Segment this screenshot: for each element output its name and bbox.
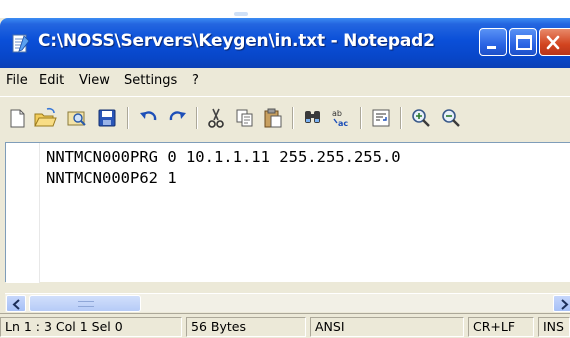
desktop-fragment xyxy=(234,12,248,16)
word-wrap-icon[interactable] xyxy=(368,105,394,131)
zoom-in-icon[interactable] xyxy=(408,105,434,131)
scrollbar-thumb[interactable] xyxy=(29,295,141,312)
menu-bar: File Edit View Settings ? xyxy=(0,68,570,94)
scrollbar-grip xyxy=(78,301,94,307)
desktop-strip xyxy=(0,0,570,18)
browse-icon[interactable] xyxy=(64,105,90,131)
svg-text:ac: ac xyxy=(338,119,348,128)
horizontal-scrollbar[interactable] xyxy=(5,293,570,312)
find-icon[interactable] xyxy=(300,105,326,131)
status-encoding: ANSI xyxy=(310,317,464,337)
menu-edit[interactable]: Edit xyxy=(39,73,64,88)
editor-content[interactable]: NNTMCN000PRG 0 10.1.1.11 255.255.255.0 N… xyxy=(46,147,401,189)
status-line-endings: CR+LF xyxy=(468,317,534,337)
status-file-size: 56 Bytes xyxy=(186,317,306,337)
title-bar[interactable]: C:\NOSS\Servers\Keygen\in.txt - Notepad2 xyxy=(0,18,570,68)
svg-text:ab: ab xyxy=(332,109,342,118)
notepad2-app-icon[interactable] xyxy=(10,34,30,54)
toolbar-separator xyxy=(400,107,402,129)
status-position: Ln 1 : 3 Col 1 Sel 0 xyxy=(0,317,182,337)
notepad2-window: C:\NOSS\Servers\Keygen\in.txt - Notepad2… xyxy=(0,18,570,338)
open-folder-icon[interactable] xyxy=(32,105,58,131)
menu-file[interactable]: File xyxy=(6,73,28,88)
close-button[interactable] xyxy=(539,28,570,56)
zoom-out-icon[interactable] xyxy=(438,105,464,131)
status-bar: Ln 1 : 3 Col 1 Sel 0 56 Bytes ANSI CR+LF… xyxy=(0,313,570,338)
menu-settings[interactable]: Settings xyxy=(124,73,177,88)
save-icon[interactable] xyxy=(94,105,120,131)
scroll-left-button[interactable] xyxy=(6,295,26,312)
status-insert-mode: INS xyxy=(538,317,570,337)
paste-icon[interactable] xyxy=(260,105,286,131)
minimize-button[interactable] xyxy=(479,28,507,56)
text-editor[interactable]: NNTMCN000PRG 0 10.1.1.11 255.255.255.0 N… xyxy=(5,142,570,283)
editor-line-2[interactable]: NNTMCN000P62 1 xyxy=(46,168,401,189)
cut-icon[interactable] xyxy=(203,105,229,131)
editor-margin xyxy=(6,143,40,283)
toolbar-separator xyxy=(292,107,294,129)
editor-line-1[interactable]: NNTMCN000PRG 0 10.1.1.11 255.255.255.0 xyxy=(46,147,401,168)
scroll-right-button[interactable] xyxy=(553,295,570,312)
maximize-button[interactable] xyxy=(509,28,537,56)
copy-icon[interactable] xyxy=(232,105,258,131)
menu-view[interactable]: View xyxy=(79,73,110,88)
toolbar-separator xyxy=(127,107,129,129)
new-file-icon[interactable] xyxy=(4,105,30,131)
replace-icon[interactable]: ab ac xyxy=(328,105,354,131)
toolbar-separator xyxy=(360,107,362,129)
undo-icon[interactable] xyxy=(136,105,162,131)
menu-help[interactable]: ? xyxy=(192,73,199,88)
redo-icon[interactable] xyxy=(164,105,190,131)
toolbar: ab ac xyxy=(0,96,570,142)
window-title: C:\NOSS\Servers\Keygen\in.txt - Notepad2 xyxy=(38,31,435,51)
toolbar-separator xyxy=(196,107,198,129)
